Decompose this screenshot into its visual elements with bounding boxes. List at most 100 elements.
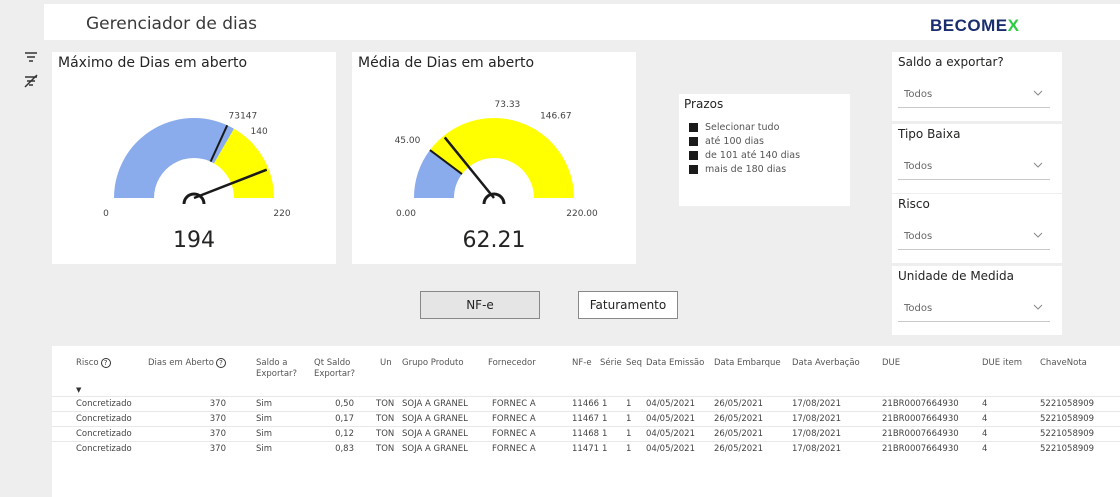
- column-header-data-embarque[interactable]: Data Embarque: [714, 358, 781, 369]
- table-row[interactable]: Concretizado 370 Sim 0,50 TON SOJA A GRANEL FO…: [52, 396, 1120, 411]
- slicer-tipo-baixa: Tipo Baixa Todos: [892, 124, 1062, 193]
- gauge-max-card[interactable]: Máximo de Dias em aberto 0 220 73 140 147 19…: [52, 52, 336, 264]
- faturamento-button[interactable]: Faturamento: [578, 291, 678, 319]
- checkbox[interactable]: [689, 123, 698, 132]
- cell-fornecedor: FORNEC A: [492, 414, 536, 424]
- cell-dias: 370: [209, 414, 226, 424]
- cell-saldo: Sim: [256, 399, 273, 409]
- checkbox[interactable]: [689, 151, 698, 160]
- prazos-option-100[interactable]: até 100 dias: [689, 136, 764, 147]
- header-label: Saldo a: [256, 358, 288, 368]
- column-header-data-emissao[interactable]: Data Emissão: [646, 358, 704, 369]
- header-label: Exportar?: [256, 369, 298, 379]
- column-header-fornecedor[interactable]: Fornecedor: [488, 358, 536, 369]
- unidade-medida-dropdown[interactable]: Todos: [898, 296, 1050, 322]
- cell-embarque: 26/05/2021: [714, 399, 763, 409]
- table-row[interactable]: Concretizado 370 Sim 0,17 TON SOJA A GRANEL FO…: [52, 411, 1120, 426]
- prazos-option-label: de 101 até 140 dias: [705, 150, 801, 161]
- slicer-title: Saldo a exportar?: [898, 55, 1004, 69]
- column-header-due-item[interactable]: DUE item: [982, 358, 1022, 369]
- gauge-avg-value: 62.21: [462, 228, 526, 253]
- sort-desc-icon[interactable]: ▼: [76, 386, 81, 394]
- gauge-max-mark2-label: 140: [251, 127, 268, 137]
- column-header-data-averbacao[interactable]: Data Averbação: [792, 358, 860, 369]
- nfe-button[interactable]: NF-e: [420, 291, 540, 319]
- column-header-risco[interactable]: Risco?: [76, 358, 111, 369]
- saldo-exportar-dropdown[interactable]: Todos: [898, 82, 1050, 108]
- becomex-logo: BECOMEX: [930, 16, 1019, 36]
- slicer-title: Unidade de Medida: [898, 269, 1014, 283]
- cell-chave: 5221058909: [1040, 429, 1095, 439]
- logo-text: BECOME: [930, 16, 1008, 35]
- column-header-dias-aberto[interactable]: Dias em Aberto?: [148, 358, 226, 369]
- clear-filter-icon[interactable]: [22, 72, 40, 90]
- checkbox[interactable]: [689, 165, 698, 174]
- cell-averbacao: 17/08/2021: [792, 399, 841, 409]
- cell-averbacao: 17/08/2021: [792, 429, 841, 439]
- help-icon[interactable]: ?: [215, 358, 226, 368]
- header-label: Exportar?: [314, 369, 356, 379]
- checkbox[interactable]: [689, 137, 698, 146]
- cell-seq: 1: [626, 429, 632, 439]
- logo-x: X: [1007, 16, 1020, 35]
- cell-serie: 1: [602, 444, 608, 454]
- table-row[interactable]: Concretizado 370 Sim 0,12 TON SOJA A GRANEL FO…: [52, 426, 1120, 441]
- gauge-max-mark3-label: 147: [240, 111, 257, 121]
- column-header-qt-saldo[interactable]: Qt Saldo Exportar?: [314, 358, 355, 380]
- cell-dias: 370: [209, 399, 226, 409]
- cell-due: 21BR0007664930: [882, 444, 959, 454]
- column-header-serie[interactable]: Série: [600, 358, 622, 369]
- cell-un: TON: [376, 429, 395, 439]
- cell-dueitem: 4: [982, 429, 988, 439]
- cell-emissao: 04/05/2021: [646, 444, 695, 454]
- cell-emissao: 04/05/2021: [646, 429, 695, 439]
- cell-dias: 370: [209, 444, 226, 454]
- cell-qt: 0,83: [335, 444, 354, 454]
- cell-dueitem: 4: [982, 414, 988, 424]
- prazos-option-select-all[interactable]: Selecionar tudo: [689, 122, 779, 133]
- gauge-max-max-label: 220: [273, 209, 290, 219]
- cell-un: TON: [376, 414, 395, 424]
- risco-dropdown[interactable]: Todos: [898, 224, 1050, 250]
- column-header-seq[interactable]: Seq: [626, 358, 642, 369]
- column-header-chave-nota[interactable]: ChaveNota: [1040, 358, 1087, 369]
- column-header-due[interactable]: DUE: [882, 358, 900, 369]
- cell-averbacao: 17/08/2021: [792, 444, 841, 454]
- cell-emissao: 04/05/2021: [646, 414, 695, 424]
- column-header-nfe[interactable]: NF-e: [572, 358, 592, 369]
- cell-grupo: SOJA A GRANEL: [402, 444, 468, 454]
- chevron-down-icon: [1033, 304, 1043, 310]
- filter-icon[interactable]: [22, 48, 40, 66]
- cell-nfe: 11471: [572, 444, 600, 454]
- column-header-grupo-produto[interactable]: Grupo Produto: [402, 358, 464, 369]
- column-header-un[interactable]: Un: [380, 358, 392, 369]
- cell-qt: 0,50: [335, 399, 354, 409]
- cell-nfe: 11467: [572, 414, 600, 424]
- cell-grupo: SOJA A GRANEL: [402, 414, 468, 424]
- cell-qt: 0,12: [335, 429, 354, 439]
- cell-chave: 5221058909: [1040, 399, 1095, 409]
- gauge-avg-card[interactable]: Média de Dias em aberto 0.00 220.00 45.00 7…: [352, 52, 636, 264]
- gauge-avg-min-label: 0.00: [396, 209, 416, 219]
- prazos-option-180[interactable]: mais de 180 dias: [689, 164, 786, 175]
- nfe-table: Risco? ▼ Dias em Aberto? Saldo a Exportar…: [52, 346, 1120, 456]
- help-icon[interactable]: ?: [100, 358, 111, 368]
- cell-averbacao: 17/08/2021: [792, 414, 841, 424]
- cell-saldo: Sim: [256, 444, 273, 454]
- prazos-option-101-140[interactable]: de 101 até 140 dias: [689, 150, 800, 161]
- cell-embarque: 26/05/2021: [714, 444, 763, 454]
- cell-qt: 0,17: [335, 414, 354, 424]
- cell-chave: 5221058909: [1040, 444, 1095, 454]
- header-label: Dias em Aberto: [148, 358, 214, 368]
- cell-risco: Concretizado: [76, 414, 132, 424]
- chevron-down-icon: [1033, 90, 1043, 96]
- table-row[interactable]: Concretizado 370 Sim 0,83 TON SOJA A GRANEL FO…: [52, 441, 1120, 456]
- cell-fornecedor: FORNEC A: [492, 429, 536, 439]
- tipo-baixa-dropdown[interactable]: Todos: [898, 154, 1050, 180]
- cell-seq: 1: [626, 399, 632, 409]
- column-header-saldo-exportar[interactable]: Saldo a Exportar?: [256, 358, 297, 380]
- cell-due: 21BR0007664930: [882, 399, 959, 409]
- cell-risco: Concretizado: [76, 444, 132, 454]
- cell-emissao: 04/05/2021: [646, 399, 695, 409]
- gauge-avg-mark1-label: 45.00: [395, 136, 421, 146]
